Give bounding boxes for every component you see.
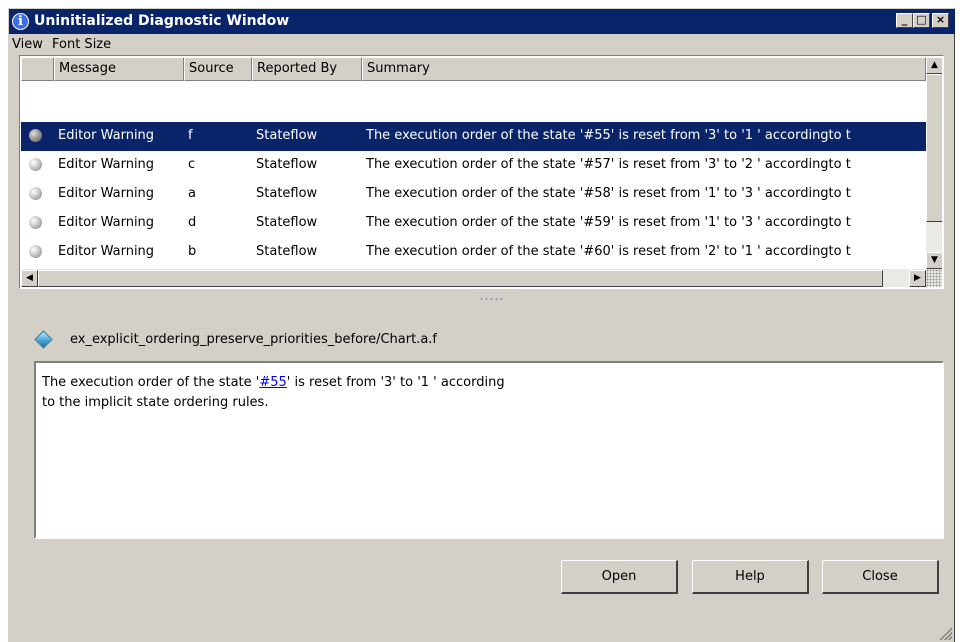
stateflow-diamond-icon	[34, 330, 53, 349]
detail-text-after-link: ' is reset from '3' to '1 ' according	[286, 375, 505, 390]
pane-splitter-handle[interactable]	[479, 297, 505, 301]
minimize-button[interactable]: _	[896, 13, 913, 28]
warning-status-icon	[29, 187, 42, 200]
detail-message-line-2: to the implicit state ordering rules.	[42, 395, 269, 410]
close-button[interactable]: Close	[822, 560, 939, 594]
diagnostics-table: Message Source Reported By Summary Edito…	[19, 55, 944, 289]
summary-cell: The execution order of the state '#57' i…	[366, 157, 851, 172]
column-header-summary[interactable]: Summary	[362, 57, 926, 81]
detail-message-box[interactable]: The execution order of the state '#55' i…	[34, 361, 944, 539]
menu-bar: View Font Size	[9, 34, 955, 55]
warning-status-icon	[29, 158, 42, 171]
detail-path: ex_explicit_ordering_preserve_priorities…	[70, 332, 437, 347]
message-cell: Editor Warning	[58, 215, 155, 230]
source-cell: f	[188, 128, 193, 143]
summary-cell: The execution order of the state '#58' i…	[366, 186, 851, 201]
reported-by-cell: Stateflow	[256, 186, 318, 201]
scroll-down-arrow-icon[interactable]: ▼	[926, 252, 942, 269]
state-link[interactable]: #55	[259, 375, 286, 390]
diagnostic-window: i Uninitialized Diagnostic Window _ □ × …	[8, 8, 955, 642]
detail-message-line-1: The execution order of the state '#55' i…	[42, 373, 936, 393]
title-bar[interactable]: i Uninitialized Diagnostic Window _ □ ×	[9, 9, 955, 34]
source-cell: d	[188, 215, 197, 230]
message-cell: Editor Warning	[58, 128, 155, 143]
close-window-button[interactable]: ×	[932, 13, 949, 28]
source-cell: a	[188, 186, 196, 201]
summary-cell: The execution order of the state '#60' i…	[366, 244, 851, 259]
scroll-up-arrow-icon[interactable]: ▲	[926, 57, 942, 74]
scroll-right-arrow-icon[interactable]: ▶	[909, 270, 926, 287]
column-header-reported-by[interactable]: Reported By	[252, 57, 362, 81]
message-cell: Editor Warning	[58, 157, 155, 172]
table-row[interactable]: Editor Warning a Stateflow The execution…	[21, 180, 926, 209]
reported-by-cell: Stateflow	[256, 128, 318, 143]
column-header-message[interactable]: Message	[54, 57, 184, 81]
vertical-scrollbar[interactable]: ▲ ▼	[926, 57, 942, 269]
reported-by-cell: Stateflow	[256, 215, 318, 230]
vertical-scroll-thumb[interactable]	[926, 74, 942, 222]
warning-status-icon	[29, 216, 42, 229]
menu-view[interactable]: View	[12, 37, 43, 52]
horizontal-scrollbar[interactable]: ◀ ▶	[21, 269, 926, 287]
column-header-source[interactable]: Source	[184, 57, 252, 81]
warning-status-icon	[29, 129, 42, 142]
table-row[interactable]: Editor Warning d Stateflow The execution…	[21, 209, 926, 238]
message-cell: Editor Warning	[58, 244, 155, 259]
message-cell: Editor Warning	[58, 186, 155, 201]
window-title: Uninitialized Diagnostic Window	[34, 13, 290, 29]
resize-grip-icon[interactable]	[938, 626, 952, 640]
help-button[interactable]: Help	[692, 560, 809, 594]
table-row[interactable]: Editor Warning f Stateflow The execution…	[21, 122, 926, 151]
reported-by-cell: Stateflow	[256, 244, 318, 259]
horizontal-scroll-thumb[interactable]	[38, 270, 883, 287]
maximize-button[interactable]: □	[913, 13, 930, 28]
table-row[interactable]: Editor Warning c Stateflow The execution…	[21, 151, 926, 180]
summary-cell: The execution order of the state '#55' i…	[366, 128, 851, 143]
info-icon: i	[12, 13, 29, 30]
source-cell: c	[188, 157, 196, 172]
scroll-corner	[926, 269, 942, 287]
column-header-icon[interactable]	[21, 57, 54, 81]
scroll-left-arrow-icon[interactable]: ◀	[21, 270, 38, 287]
reported-by-cell: Stateflow	[256, 157, 318, 172]
warning-status-icon	[29, 245, 42, 258]
source-cell: b	[188, 244, 197, 259]
open-button[interactable]: Open	[561, 560, 678, 594]
table-row[interactable]: Editor Warning b Stateflow The execution…	[21, 238, 926, 267]
menu-font-size[interactable]: Font Size	[52, 37, 111, 52]
detail-text-before-link: The execution order of the state '	[42, 375, 260, 390]
summary-cell: The execution order of the state '#59' i…	[366, 215, 851, 230]
